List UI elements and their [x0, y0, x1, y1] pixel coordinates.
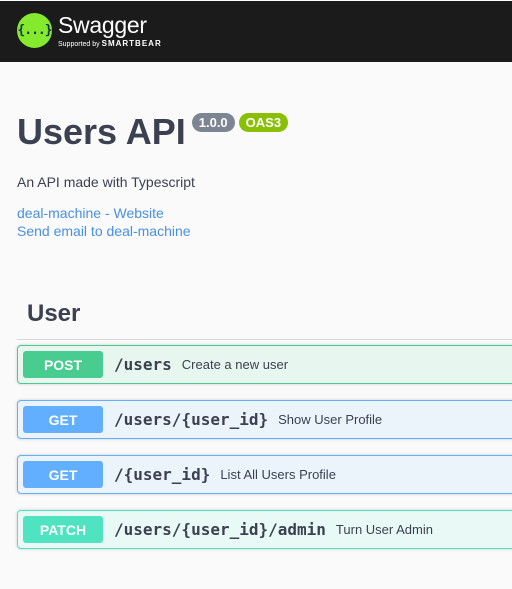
logo-text: Swagger Supported by SMARTBEAR — [58, 13, 162, 50]
tag-section-header[interactable]: User — [27, 300, 80, 328]
operation-get-user-profile[interactable]: GET /users/{user_id} Show User Profile — [17, 400, 512, 439]
operation-get-all-users[interactable]: GET /{user_id} List All Users Profile — [17, 455, 512, 494]
oas-badge: OAS3 — [238, 113, 289, 132]
method-badge-post: POST — [23, 351, 103, 378]
operation-summary: Show User Profile — [278, 412, 383, 427]
logo-brand-text: SMARTBEAR — [101, 39, 162, 48]
logo-name: Swagger — [58, 12, 147, 38]
api-description: An API made with Typescript — [17, 174, 195, 190]
swagger-logo-link[interactable]: {...} Swagger Supported by SMARTBEAR — [17, 13, 162, 50]
logo-supported-text: Supported by — [58, 41, 100, 48]
operation-summary: List All Users Profile — [220, 467, 336, 482]
method-badge-patch: PATCH — [23, 516, 103, 543]
version-badge: 1.0.0 — [191, 113, 235, 132]
operation-path: /users — [114, 355, 172, 374]
website-link[interactable]: deal-machine - Website — [17, 205, 164, 221]
method-badge-get: GET — [23, 461, 103, 488]
logo-subtitle: Supported by SMARTBEAR — [58, 39, 162, 50]
operation-path: /users/{user_id}/admin — [114, 520, 326, 539]
email-link[interactable]: Send email to deal-machine — [17, 223, 191, 239]
operation-path: /{user_id} — [114, 465, 211, 484]
api-title-row: Users API 1.0.0 OAS3 — [17, 110, 289, 154]
swagger-logo-icon: {...} — [17, 13, 53, 48]
operation-post-users[interactable]: POST /users Create a new user — [17, 345, 512, 384]
tag-divider — [17, 339, 512, 340]
operation-summary: Turn User Admin — [335, 522, 433, 537]
operation-patch-user-admin[interactable]: PATCH /users/{user_id}/admin Turn User A… — [17, 510, 512, 549]
operation-path: /users/{user_id} — [114, 410, 269, 429]
api-title: Users API — [17, 111, 186, 152]
topbar: {...} Swagger Supported by SMARTBEAR — [0, 0, 512, 62]
method-badge-get: GET — [23, 406, 103, 433]
operation-summary: Create a new user — [181, 357, 289, 372]
